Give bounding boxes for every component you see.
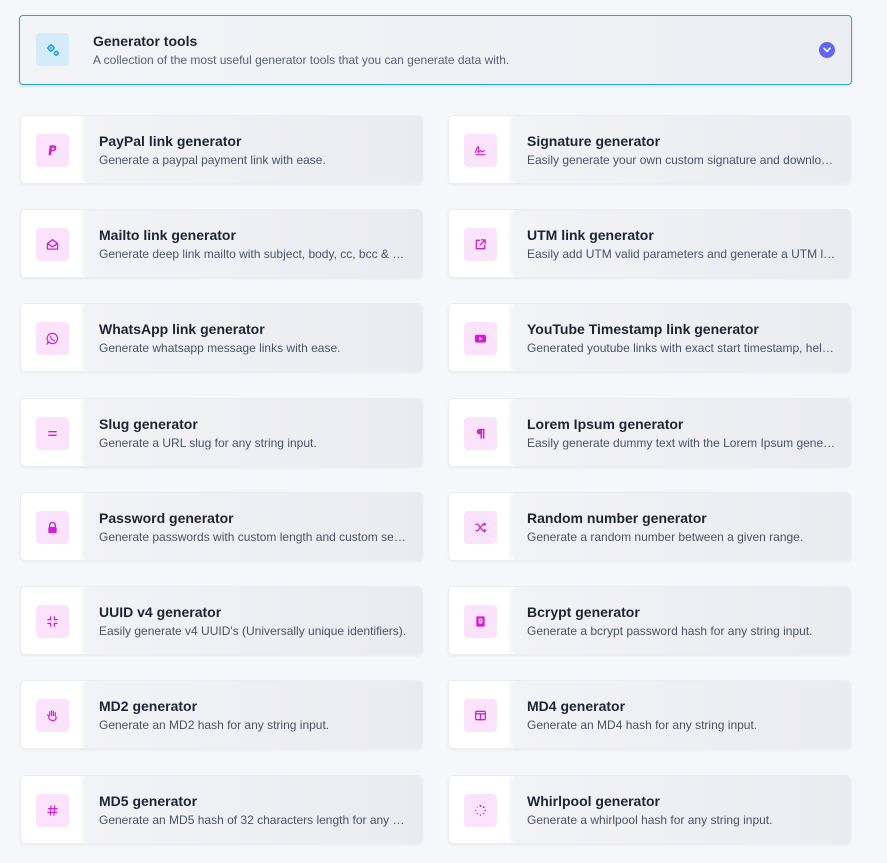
tool-card-md2[interactable]: MD2 generator Generate an MD2 hash for a… xyxy=(20,680,423,749)
tool-title: UUID v4 generator xyxy=(99,604,222,620)
tool-card-random-number[interactable]: Random number generator Generate a rando… xyxy=(448,492,851,561)
tool-description: Generate an MD5 hash of 32 characters le… xyxy=(99,813,408,827)
tool-description: Generate deep link mailto with subject, … xyxy=(99,247,408,261)
tool-description: Generated youtube links with exact start… xyxy=(527,341,836,355)
paragraph-icon xyxy=(464,417,497,450)
tool-description: Generate a whirlpool hash for any string… xyxy=(527,813,773,827)
chevron-down-icon[interactable] xyxy=(819,42,835,58)
generator-tools-header[interactable]: Generator tools A collection of the most… xyxy=(19,15,852,85)
tool-title: YouTube Timestamp link generator xyxy=(527,321,759,337)
spinner-icon xyxy=(464,794,497,827)
tool-description: Generate an MD4 hash for any string inpu… xyxy=(527,718,758,732)
shuffle-icon xyxy=(464,511,497,544)
whatsapp-icon xyxy=(36,322,69,355)
external-link-icon xyxy=(464,228,497,261)
tool-title: Whirlpool generator xyxy=(527,793,660,809)
tool-title: WhatsApp link generator xyxy=(99,321,265,337)
paypal-icon xyxy=(36,134,69,167)
lock-icon xyxy=(36,511,69,544)
signature-icon xyxy=(464,134,497,167)
tool-card-paypal[interactable]: PayPal link generator Generate a paypal … xyxy=(20,115,423,184)
tool-title: Lorem Ipsum generator xyxy=(527,416,684,432)
tool-card-slug[interactable]: Slug generator Generate a URL slug for a… xyxy=(20,398,423,467)
tool-card-lorem-ipsum[interactable]: Lorem Ipsum generator Easily generate du… xyxy=(448,398,851,467)
window-icon xyxy=(464,699,497,732)
tool-description: Easily generate v4 UUID's (Universally u… xyxy=(99,624,407,638)
tool-card-bcrypt[interactable]: Bcrypt generator Generate a bcrypt passw… xyxy=(448,586,851,655)
tool-card-password[interactable]: Password generator Generate passwords wi… xyxy=(20,492,423,561)
tool-description: Easily generate dummy text with the Lore… xyxy=(527,436,836,450)
tool-title: MD4 generator xyxy=(527,698,626,714)
tool-card-md4[interactable]: MD4 generator Generate an MD4 hash for a… xyxy=(448,680,851,749)
tool-title: Bcrypt generator xyxy=(527,604,640,620)
gears-icon xyxy=(36,33,69,66)
tool-card-mailto[interactable]: Mailto link generator Generate deep link… xyxy=(20,209,423,278)
tool-title: UTM link generator xyxy=(527,227,654,243)
tool-card-md5[interactable]: MD5 generator Generate an MD5 hash of 32… xyxy=(20,775,423,844)
tool-title: Mailto link generator xyxy=(99,227,236,243)
tool-card-whatsapp[interactable]: WhatsApp link generator Generate whatsap… xyxy=(20,303,423,372)
tool-card-signature[interactable]: Signature generator Easily generate your… xyxy=(448,115,851,184)
youtube-icon xyxy=(464,322,497,355)
tool-description: Generate a URL slug for any string input… xyxy=(99,436,317,450)
tool-description: Generate passwords with custom length an… xyxy=(99,530,408,544)
hand-icon xyxy=(36,699,69,732)
page-title: Generator tools xyxy=(93,33,198,49)
tool-card-uuid[interactable]: UUID v4 generator Easily generate v4 UUI… xyxy=(20,586,423,655)
tool-title: PayPal link generator xyxy=(99,133,242,149)
hashtag-icon xyxy=(36,794,69,827)
tool-card-youtube[interactable]: YouTube Timestamp link generator Generat… xyxy=(448,303,851,372)
tool-title: MD5 generator xyxy=(99,793,198,809)
equals-icon xyxy=(36,417,69,450)
tool-title: Random number generator xyxy=(527,510,707,526)
tool-description: Easily add UTM valid parameters and gene… xyxy=(527,247,836,261)
tool-description: Generate a random number between a given… xyxy=(527,530,804,544)
tool-title: Password generator xyxy=(99,510,234,526)
tool-description: Generate a paypal payment link with ease… xyxy=(99,153,326,167)
tool-description: Generate whatsapp message links with eas… xyxy=(99,341,341,355)
compress-icon xyxy=(36,605,69,638)
tool-title: MD2 generator xyxy=(99,698,198,714)
envelope-open-icon xyxy=(36,228,69,261)
tool-card-utm[interactable]: UTM link generator Easily add UTM valid … xyxy=(448,209,851,278)
tool-description: Easily generate your own custom signatur… xyxy=(527,153,836,167)
tool-title: Signature generator xyxy=(527,133,661,149)
tool-description: Generate a bcrypt password hash for any … xyxy=(527,624,813,638)
book-lock-icon xyxy=(464,605,497,638)
page-description: A collection of the most useful generato… xyxy=(93,53,510,67)
tool-title: Slug generator xyxy=(99,416,198,432)
tool-card-whirlpool[interactable]: Whirlpool generator Generate a whirlpool… xyxy=(448,775,851,844)
tool-description: Generate an MD2 hash for any string inpu… xyxy=(99,718,330,732)
